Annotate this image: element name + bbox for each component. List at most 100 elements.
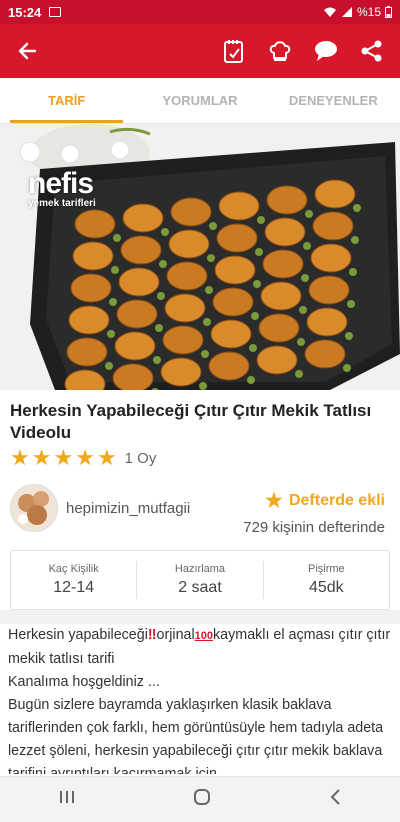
info-prep-time: Hazırlama 2 saat (136, 561, 262, 599)
comment-button[interactable] (310, 35, 342, 67)
pistachio-garnish (201, 350, 209, 358)
pastry-shape (170, 197, 212, 227)
pastry-shape (70, 273, 112, 303)
avatar[interactable] (10, 484, 58, 532)
info-value: 45dk (308, 579, 344, 596)
nefis-logo: nefis yemek tarifleri (28, 169, 96, 210)
pistachio-garnish (111, 266, 119, 274)
author-name[interactable]: hepimizin_mutfagii (66, 500, 190, 517)
recents-button[interactable] (58, 789, 76, 810)
pistachio-garnish (351, 236, 359, 244)
pistachio-garnish (161, 228, 169, 236)
arrow-left-icon (18, 42, 37, 60)
pastry-shape (122, 203, 164, 233)
system-nav-bar (0, 776, 400, 822)
recipe-photo[interactable]: nefis yemek tarifleri (0, 124, 400, 390)
add-to-notebook-button[interactable] (218, 35, 250, 67)
pastry-shape (66, 337, 108, 367)
notebook-label: Defterde ekli (288, 491, 385, 509)
description-text: Kanalıma hoşgeldiniz ... (8, 674, 160, 690)
star-icon: ★ (53, 445, 74, 470)
rating[interactable]: ★ ★ ★ ★ ★ 1 Oy (10, 445, 157, 470)
pastry-shape (116, 299, 158, 329)
pistachio-garnish (347, 300, 355, 308)
wifi-icon (323, 7, 336, 17)
pistachio-garnish (349, 268, 357, 276)
pastry-shape (258, 313, 300, 343)
pastry-shape (210, 319, 252, 349)
star-icon: ★ (31, 445, 52, 470)
pistachio-garnish (301, 274, 309, 282)
app-bar-actions (218, 35, 400, 67)
star-icon: ★ (75, 445, 95, 470)
share-button[interactable] (356, 35, 388, 67)
pistachio-garnish (209, 222, 217, 230)
back-icon (330, 789, 340, 805)
baking-tray-photo (0, 124, 400, 390)
recipe-description: Herkesin yapabileceği‼orjinal100kaymaklı… (8, 624, 396, 774)
pistachio-garnish (113, 234, 121, 242)
tab-deneyenler[interactable]: DENEYENLER (267, 78, 400, 123)
tried-it-button[interactable] (264, 35, 296, 67)
gallery-notification-icon (49, 7, 62, 17)
pastry-shape (256, 345, 298, 375)
pistachio-garnish (295, 370, 303, 378)
pistachio-garnish (353, 204, 361, 212)
pastry-shape (166, 261, 208, 291)
info-cook-time: Pişirme 45dk (262, 561, 389, 599)
pastry-shape (314, 179, 356, 209)
pistachio-garnish (297, 338, 305, 346)
pastry-shape (208, 351, 250, 381)
pistachio-garnish (109, 298, 117, 306)
status-bar: 15:24 %15 (0, 0, 400, 24)
tab-tarif[interactable]: TARİF (0, 78, 133, 123)
pastry-shape (68, 305, 110, 335)
pastry-shape (214, 255, 256, 285)
info-label: Pişirme (307, 563, 345, 575)
description-text: Herkesin yapabileceği (8, 627, 148, 643)
logo-sub: yemek tarifleri (28, 198, 96, 209)
info-value: 2 saat (178, 579, 222, 596)
chef-hat-icon (269, 41, 291, 61)
add-to-notebook-link[interactable]: ★ Defterde ekli (265, 488, 385, 513)
pistachio-garnish (207, 254, 215, 262)
recipe-tabs: TARİF YORUMLAR DENEYENLER (0, 78, 400, 124)
pistachio-garnish (205, 286, 213, 294)
pastry-shape (164, 293, 206, 323)
description-text: Bugün sizlere bayramda yaklaşırken klasi… (8, 697, 384, 774)
author[interactable]: hepimizin_mutfagii (10, 484, 190, 532)
info-label: Hazırlama (174, 563, 226, 575)
pistachio-garnish (251, 312, 259, 320)
pistachio-garnish (159, 260, 167, 268)
system-back-button[interactable] (328, 788, 342, 811)
double-exclamation-icon: ‼ (147, 627, 157, 643)
avatar-photo (11, 485, 57, 531)
battery-level: %15 (356, 5, 381, 19)
star-icon: ★ (96, 445, 117, 470)
signal-icon (341, 7, 352, 17)
recipe-title: Herkesin Yapabileceği Çıtır Çıtır Mekik … (10, 401, 372, 442)
pistachio-garnish (153, 356, 161, 364)
pistachio-garnish (249, 344, 257, 352)
status-time: 15:24 (8, 4, 42, 20)
back-button[interactable] (0, 24, 54, 78)
info-servings: Kaç Kişilik 12-14 (11, 551, 136, 609)
pastry-shape (160, 357, 202, 387)
pistachio-garnish (203, 318, 211, 326)
pastry-shape (72, 241, 114, 271)
vote-count: 1 Oy (124, 449, 157, 467)
pistachio-garnish (253, 280, 261, 288)
pastry-shape (306, 307, 348, 337)
section-divider (0, 610, 400, 624)
battery-icon (385, 6, 392, 18)
pastry-shape (118, 267, 160, 297)
pistachio-garnish (247, 376, 255, 384)
pastry-shape (120, 235, 162, 265)
pastry-shape (308, 275, 350, 305)
recipe-info: Kaç Kişilik 12-14 Hazırlama 2 saat Pişir… (10, 550, 390, 610)
tab-yorumlar[interactable]: YORUMLAR (133, 78, 266, 123)
recents-icon (60, 791, 75, 803)
pastry-shape (218, 191, 260, 221)
home-button[interactable] (193, 788, 211, 811)
info-value: 12-14 (53, 579, 95, 596)
